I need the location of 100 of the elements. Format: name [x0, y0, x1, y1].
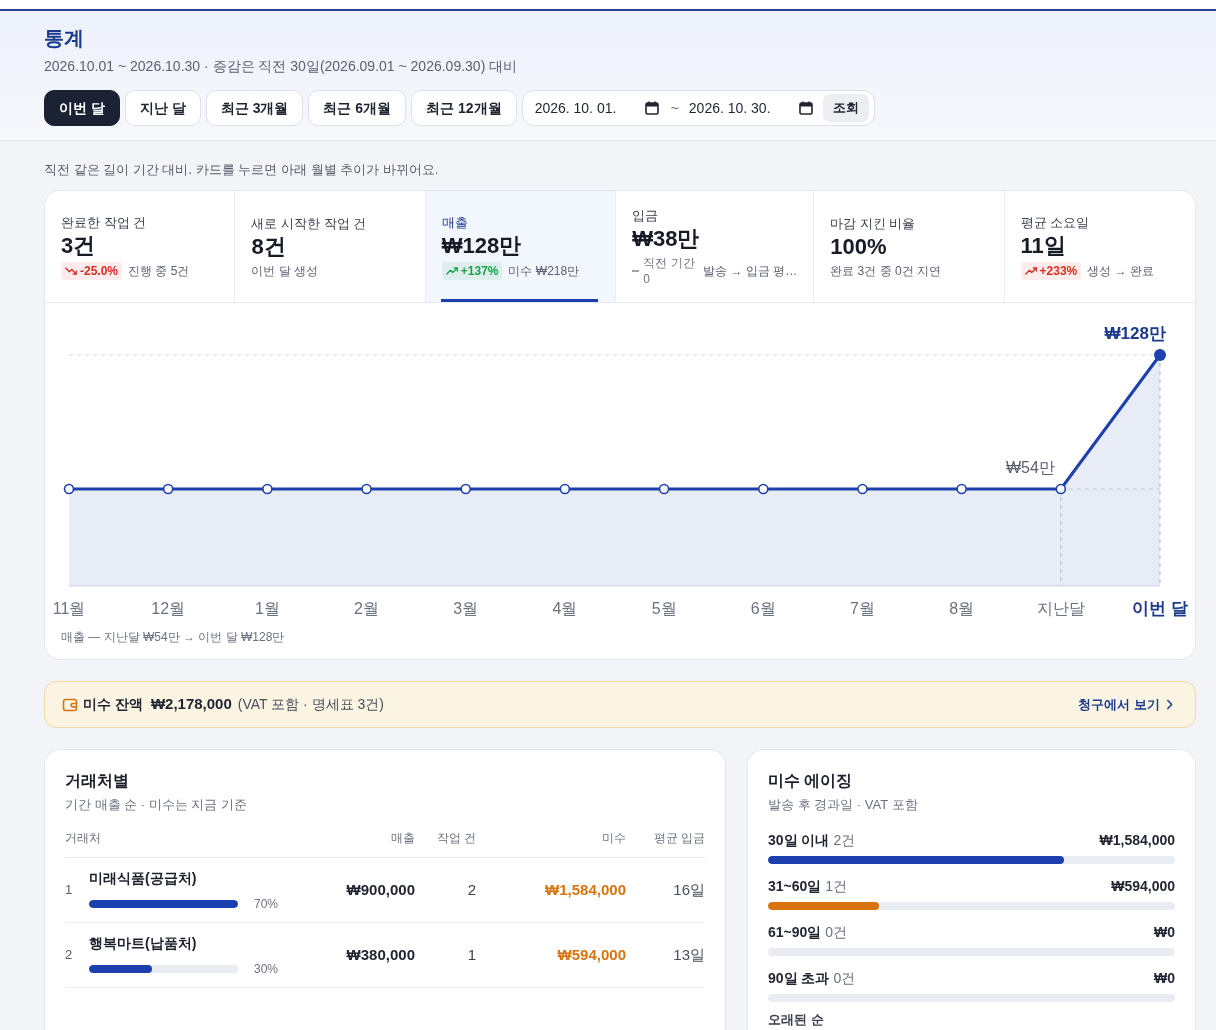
- data-point: [262, 483, 273, 495]
- value-label: ₩54만: [1005, 459, 1055, 476]
- kpi-note: 완료 3건 중 0건 지연: [830, 262, 941, 279]
- kpi-note: 진행 중 5건: [128, 262, 190, 279]
- kpi-label: 매출: [441, 213, 469, 232]
- bucket-count: 0건: [825, 923, 848, 942]
- data-point: [460, 483, 472, 495]
- kpi-label: 새로 시작한 작업 건: [251, 214, 368, 233]
- card-subtitle: 기간 매출 순 · 미수는 지금 기준: [65, 796, 248, 814]
- column-header: 평균 입금: [626, 826, 705, 858]
- job-count-cell: 1: [415, 922, 476, 988]
- calendar-icon[interactable]: [798, 101, 813, 115]
- month-label: 지난달: [1036, 600, 1085, 617]
- data-point: [857, 483, 868, 495]
- card-title: 거래처별: [65, 771, 130, 791]
- card-subtitle: 발송 후 경과일 · VAT 포함: [768, 796, 919, 814]
- kpi-value: 100%: [830, 232, 888, 261]
- card-title: 미수 에이징: [768, 771, 854, 791]
- month-label: 8월: [949, 600, 975, 617]
- data-point: [162, 483, 174, 495]
- change-percent: +137%: [460, 262, 499, 279]
- data-point: [1154, 349, 1166, 361]
- share-percent: 30%: [254, 960, 279, 978]
- kpi-card[interactable]: 완료한 작업 건 3건 -25.0% 진행 중 5건: [45, 191, 236, 302]
- balance-detail: (VAT 포함 · 명세표 3건): [237, 695, 384, 714]
- kpi-label: 평균 소요일: [1020, 213, 1091, 232]
- data-point: [63, 483, 75, 495]
- section-title: 오래된 순: [768, 1012, 825, 1028]
- payment-days-cell: 13일: [626, 922, 705, 988]
- kpi-label: 완료한 작업 건: [61, 213, 148, 232]
- month-label: 2월: [354, 600, 379, 617]
- bucket-label: 30일 이내: [768, 831, 830, 850]
- kpi-note: 미수 ₩218만: [508, 262, 580, 279]
- kpi-card[interactable]: 매출 ₩128만 +137% 미수 ₩218만: [425, 191, 617, 302]
- bucket-amount: ₩1,584,000: [1099, 831, 1175, 850]
- data-point: [361, 483, 372, 495]
- period-button[interactable]: 이번 달: [44, 90, 120, 126]
- bucket-count: 1건: [825, 877, 848, 896]
- bucket-label: 31~60일: [768, 877, 822, 896]
- client-name: 미래식품(공급처): [89, 868, 198, 888]
- client-name: 행복마트(납품처): [89, 933, 198, 953]
- period-summary: 2026.10.01 ~ 2026.10.30 · 증감은 직전 30일(2026.09.01 ~ 2026.09.30) 대비: [44, 57, 519, 76]
- bucket-count: 0건: [833, 969, 856, 988]
- search-button[interactable]: 조회: [822, 94, 869, 122]
- kpi-note: 이번 달 생성: [251, 262, 319, 279]
- period-button[interactable]: 최근 12개월: [411, 90, 517, 126]
- bucket-amount: ₩594,000: [1111, 877, 1175, 896]
- month-label: 12월: [151, 600, 186, 617]
- month-label: 이번 달: [1132, 599, 1188, 618]
- kpi-label: 마감 지킨 비율: [830, 214, 917, 233]
- job-count-cell: 2: [415, 857, 476, 923]
- rank-number: 1: [65, 881, 74, 900]
- share-percent: 70%: [254, 895, 279, 913]
- period-button[interactable]: 지난 달: [124, 90, 201, 126]
- chevron-right-icon: [1166, 699, 1173, 710]
- rank-number: 2: [65, 946, 74, 965]
- month-label: 11월: [52, 600, 86, 617]
- month-label: 5월: [651, 600, 677, 617]
- sales-cell: ₩380,000: [300, 922, 415, 988]
- change-percent: -25.0%: [80, 262, 119, 279]
- data-point: [1055, 483, 1067, 495]
- month-label: 3월: [453, 600, 479, 617]
- unpaid-cell: ₩1,584,000: [476, 857, 626, 923]
- column-header: 작업 건: [415, 826, 476, 858]
- kpi-label: 입금: [632, 206, 660, 225]
- kpi-value: 3건: [61, 231, 97, 260]
- calendar-icon[interactable]: [644, 101, 659, 115]
- date-field[interactable]: 2026. 10. 30.: [688, 97, 799, 119]
- column-header: 매출: [300, 826, 415, 858]
- sales-cell: ₩900,000: [300, 857, 415, 923]
- chart-caption: 매출 — 지난달 ₩54만 → 이번 달 ₩128만: [60, 629, 286, 646]
- month-label: 1월: [254, 600, 280, 617]
- value-label: ₩128만: [1104, 324, 1166, 343]
- bucket-label: 90일 초과: [768, 969, 830, 988]
- page-title: 통계: [44, 26, 85, 51]
- range-separator: ~: [670, 98, 679, 118]
- kpi-value: ₩38만: [632, 224, 701, 253]
- kpi-value: 11일: [1020, 231, 1067, 260]
- bucket-amount: ₩0: [1154, 923, 1175, 942]
- change-percent: +233%: [1039, 262, 1078, 279]
- bucket-label: 61~90일: [768, 923, 822, 942]
- data-point: [757, 483, 769, 495]
- kpi-note: 발송 → 입금 평…: [703, 262, 798, 279]
- balance-amount: ₩2,178,000: [150, 694, 232, 715]
- kpi-value: 8건: [251, 232, 287, 261]
- data-point: [559, 483, 571, 495]
- balance-label: 미수 잔액: [83, 695, 143, 714]
- bucket-count: 2건: [833, 831, 856, 850]
- period-button[interactable]: 최근 6개월: [308, 90, 407, 126]
- data-point: [956, 483, 967, 495]
- unpaid-cell: ₩594,000: [476, 922, 626, 988]
- billing-link[interactable]: 청구에서 보기: [1078, 694, 1173, 715]
- wallet-icon: [62, 696, 78, 713]
- change-note: 직전 기간 0: [643, 254, 696, 287]
- date-field[interactable]: 2026. 10. 01.: [534, 97, 645, 119]
- period-button[interactable]: 최근 3개월: [205, 90, 304, 126]
- month-label: 6월: [750, 600, 776, 617]
- month-label: 4월: [552, 600, 578, 617]
- payment-days-cell: 16일: [626, 857, 705, 923]
- kpi-note: 생성 → 완료: [1087, 262, 1154, 279]
